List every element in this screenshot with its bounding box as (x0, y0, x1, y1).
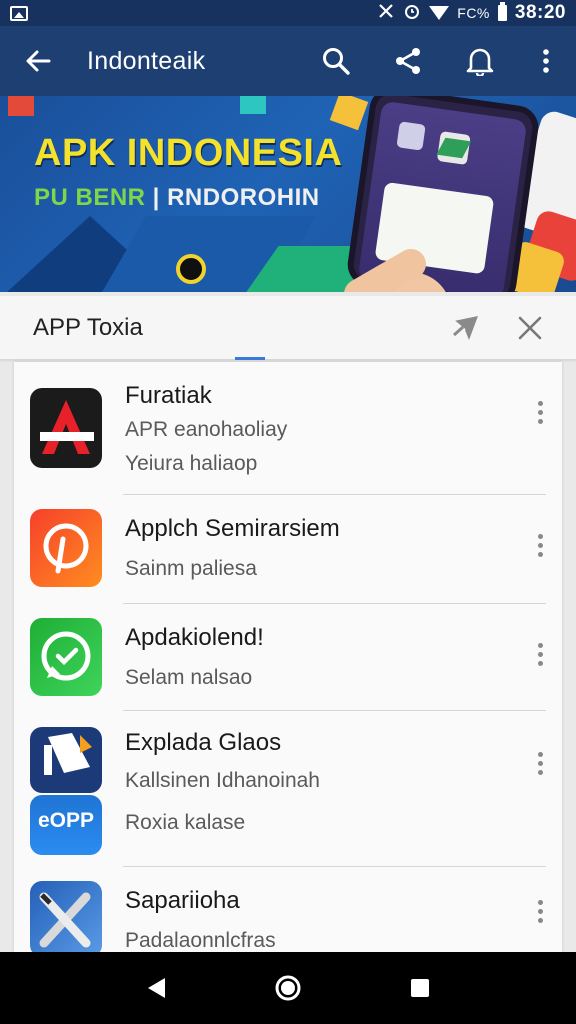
red-a-app-icon (30, 388, 102, 468)
status-right: FC% 38:20 (377, 2, 566, 24)
panel-tab-indicator (235, 357, 265, 360)
list-item[interactable]: Apdakiolend! Selam nalsao (14, 604, 562, 710)
bell-icon (466, 48, 494, 76)
panel-header: APP Toxia (0, 296, 576, 360)
nav-back-button[interactable] (126, 958, 186, 1018)
app-name: Applch Semirarsiem (125, 515, 340, 542)
banner-decoration (240, 96, 266, 114)
close-icon (518, 316, 542, 339)
list-item[interactable]: Applch Semirarsiem Sainm paliesa (14, 495, 562, 603)
screen: FC% 38:20 Indonteaik APK INDONESIA PU BE… (0, 0, 576, 1024)
system-nav-bar (0, 952, 576, 1024)
banner-subtitle: PU BENR | RNDOROHIN (34, 184, 320, 212)
app-detail: Roxia kalase (125, 811, 246, 834)
app-list: Furatiak APR eanohaoliay Yeiura haliaop … (14, 362, 562, 952)
vibrate-icon (377, 2, 395, 24)
battery-icon (497, 2, 507, 21)
alarm-icon (403, 2, 421, 24)
eopp-app-icon: eOPP (30, 795, 102, 855)
item-more-button[interactable] (528, 634, 552, 674)
brand-logo-icon (176, 254, 206, 284)
home-circle-icon (275, 975, 301, 1001)
app-name: Explada Glaos (125, 729, 282, 756)
app-bar-title: Indonteaik (87, 46, 206, 75)
phone-illustration (344, 96, 542, 292)
nav-recents-button[interactable] (390, 958, 450, 1018)
recents-square-icon (411, 979, 429, 997)
app-subtitle: Padalaonnlcfras (125, 929, 276, 952)
status-bar: FC% 38:20 (0, 0, 576, 26)
more-vert-icon (543, 49, 549, 73)
panel-title: APP Toxia (33, 313, 143, 341)
promo-banner[interactable]: APK INDONESIA PU BENR | RNDOROHIN (0, 96, 576, 292)
app-name: Sapariioha (125, 887, 240, 914)
green-chat-app-icon (30, 618, 102, 696)
app-detail: Yeiura haliaop (125, 452, 258, 475)
close-panel-button[interactable] (498, 296, 562, 360)
orange-p-app-icon (30, 509, 102, 587)
back-arrow-icon (26, 50, 51, 72)
item-more-button[interactable] (528, 392, 552, 432)
app-bar: Indonteaik (0, 26, 576, 96)
item-more-button[interactable] (528, 525, 552, 565)
tools-app-icon (30, 881, 102, 952)
app-name: Furatiak (125, 382, 212, 409)
app-subtitle: Sainm paliesa (125, 557, 257, 580)
app-subtitle: APR eanohaoliay (125, 418, 288, 441)
list-item[interactable]: Furatiak APR eanohaoliay Yeiura haliaop (14, 362, 562, 494)
banner-subtitle-part2: RNDOROHIN (167, 184, 320, 211)
banner-decoration (329, 96, 369, 131)
shuffle-icon (453, 315, 478, 340)
more-options-button[interactable] (516, 26, 576, 96)
app-subtitle: Selam nalsao (125, 666, 253, 689)
app-name: Apdakiolend! (125, 624, 264, 651)
banner-subtitle-part1: PU BENR (34, 184, 146, 211)
back-triangle-icon (148, 978, 165, 998)
status-time: 38:20 (514, 2, 566, 23)
shuffle-button[interactable] (434, 296, 498, 360)
banner-decoration (8, 96, 34, 116)
wifi-icon (429, 6, 450, 20)
status-indicators: FC% (457, 5, 490, 21)
gallery-icon (10, 5, 28, 21)
app-subtitle: Kallsinen Idhanoinah (125, 769, 320, 792)
banner-decoration (396, 121, 426, 151)
item-more-button[interactable] (528, 891, 552, 931)
search-icon (323, 48, 350, 75)
blue-flag-app-icon (30, 727, 102, 793)
banner-headline: APK INDONESIA (34, 132, 343, 174)
notifications-button[interactable] (444, 26, 516, 96)
list-item[interactable]: Sapariioha Padalaonnlcfras (14, 867, 562, 952)
share-button[interactable] (372, 26, 444, 96)
search-button[interactable] (300, 26, 372, 96)
status-left (10, 5, 28, 21)
back-button[interactable] (0, 26, 76, 96)
list-item[interactable]: eOPP Explada Glaos Kallsinen Idhanoinah … (14, 711, 562, 867)
share-icon (396, 48, 420, 74)
eopp-app-label: eOPP (37, 809, 95, 832)
item-more-button[interactable] (528, 743, 552, 783)
nav-home-button[interactable] (258, 958, 318, 1018)
banner-subtitle-separator: | (145, 184, 168, 211)
